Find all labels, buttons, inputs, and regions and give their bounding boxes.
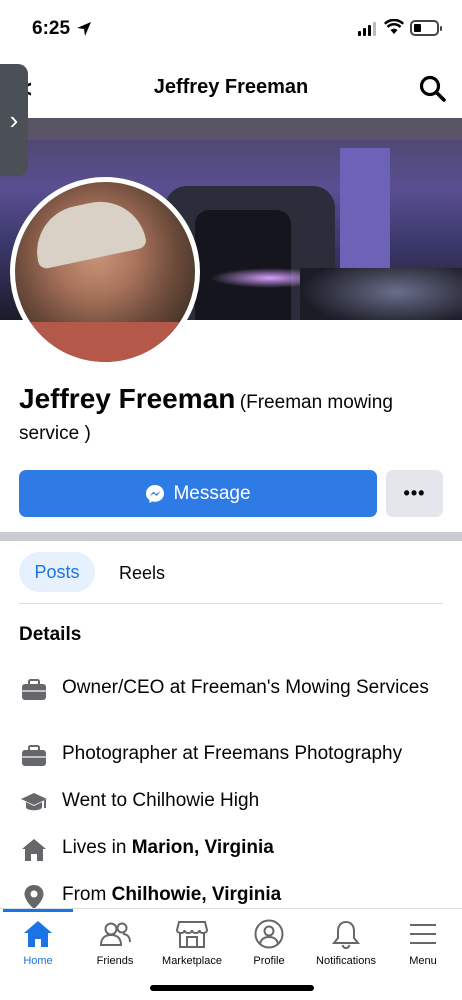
message-button-label: Message xyxy=(173,482,251,504)
detail-work-1-text: Owner/CEO at Freeman's Mowing Services xyxy=(62,677,429,698)
status-bar: 6:25 xyxy=(0,0,462,58)
home-icon xyxy=(24,921,52,947)
messenger-icon xyxy=(146,484,165,503)
search-icon[interactable] xyxy=(418,74,448,104)
battery-icon xyxy=(410,20,442,36)
more-options-button[interactable]: ••• xyxy=(386,470,443,517)
profile-name-block: Jeffrey Freeman (Freeman mowing service ) xyxy=(19,384,439,450)
friends-icon xyxy=(99,922,131,946)
side-panel-handle[interactable]: › xyxy=(0,64,28,176)
marketplace-icon xyxy=(176,921,208,948)
bell-icon xyxy=(331,920,361,949)
detail-education-text: Went to Chilhowie High xyxy=(62,790,260,811)
wifi-icon xyxy=(384,19,404,34)
detail-from-text: From Chilhowie, Virginia xyxy=(62,884,282,905)
graduation-cap-icon xyxy=(19,790,49,816)
detail-work-2: Photographer at Freemans Photography xyxy=(19,742,439,769)
tabs-divider xyxy=(19,603,443,604)
message-button[interactable]: Message xyxy=(19,470,377,517)
detail-from: From Chilhowie, Virginia xyxy=(19,883,439,910)
tab-posts[interactable]: Posts xyxy=(19,552,95,592)
detail-lives-in-text: Lives in Marion, Virginia xyxy=(62,837,274,858)
tab-reels[interactable]: Reels xyxy=(119,563,165,584)
status-time: 6:25 xyxy=(32,18,71,39)
home-indicator xyxy=(150,985,314,991)
header-title: Jeffrey Freeman xyxy=(153,76,309,98)
nav-menu-label: Menu xyxy=(409,955,437,967)
profile-header: < Jeffrey Freeman xyxy=(0,58,462,118)
profile-icon xyxy=(254,919,284,949)
profile-avatar[interactable] xyxy=(10,177,200,367)
briefcase-icon xyxy=(19,677,49,703)
location-arrow-icon xyxy=(77,22,91,36)
section-divider xyxy=(0,532,462,541)
cell-signal-icon xyxy=(358,22,376,36)
details-heading: Details xyxy=(19,624,82,645)
profile-name: Jeffrey Freeman xyxy=(19,383,236,414)
home-icon xyxy=(19,837,49,863)
detail-work-2-text: Photographer at Freemans Photography xyxy=(62,743,403,764)
nav-active-indicator xyxy=(3,909,73,912)
detail-lives-in: Lives in Marion, Virginia xyxy=(19,836,439,863)
detail-education: Went to Chilhowie High xyxy=(19,789,439,816)
location-pin-icon xyxy=(19,884,49,910)
menu-icon xyxy=(410,924,436,944)
detail-work-1: Owner/CEO at Freeman's Mowing Services xyxy=(19,676,439,703)
nav-menu[interactable]: Menu xyxy=(378,919,462,967)
briefcase-icon xyxy=(19,743,49,769)
